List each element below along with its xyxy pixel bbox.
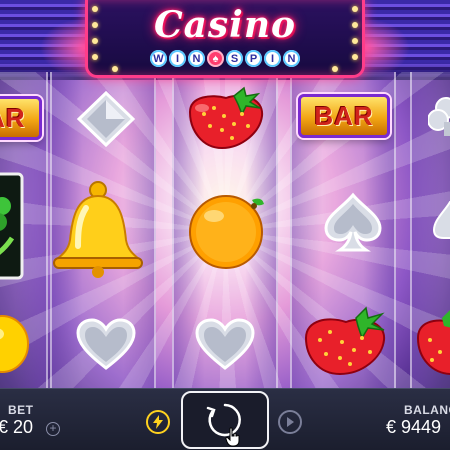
logo-title: Casino xyxy=(153,4,297,46)
logo-letter: W xyxy=(150,50,167,67)
bar-symbol-text: BAR xyxy=(314,100,374,131)
shamrock-symbol xyxy=(0,170,28,286)
logo-letter: I xyxy=(264,50,281,67)
bar-symbol: BAR xyxy=(0,96,42,140)
strawberry-symbol xyxy=(412,308,450,378)
lemon-symbol xyxy=(0,310,34,374)
orange-symbol xyxy=(186,186,268,274)
balance-label: BALANC xyxy=(404,403,450,417)
heart-symbol xyxy=(75,318,137,372)
bet-increase-button[interactable]: + xyxy=(46,422,60,436)
bar-symbol-text: BAR xyxy=(0,102,26,133)
club-symbol xyxy=(428,96,450,142)
spin-button[interactable] xyxy=(181,391,269,449)
bar-symbol: BAR xyxy=(298,94,390,138)
bet-label: BET xyxy=(8,403,34,417)
slot-game-screen: BAR xyxy=(0,0,450,450)
lightning-icon xyxy=(153,415,163,429)
casino-logo-sign: Casino W I N ♠ S P I N xyxy=(85,0,365,78)
heart-symbol xyxy=(194,318,256,372)
logo-letter: N xyxy=(188,50,205,67)
diamond-symbol xyxy=(75,90,137,148)
spade-icon: ♠ xyxy=(207,50,224,67)
logo-letter: P xyxy=(245,50,262,67)
logo-letter: N xyxy=(283,50,300,67)
control-bar: BET € 20 + BALANC € 9449 xyxy=(0,388,450,450)
balance-value: € 9449 xyxy=(386,417,442,437)
turbo-button[interactable] xyxy=(146,410,170,434)
strawberry-symbol xyxy=(300,306,390,378)
spade-symbol xyxy=(322,192,384,254)
spade-symbol xyxy=(432,200,450,250)
bet-value: € 20 xyxy=(0,417,34,437)
autoplay-button[interactable] xyxy=(278,410,302,434)
logo-letter: I xyxy=(169,50,186,67)
strawberry-symbol xyxy=(182,86,268,152)
logo-letter: S xyxy=(226,50,243,67)
hand-cursor-icon xyxy=(225,427,240,447)
logo-subtitle: W I N ♠ S P I N xyxy=(88,50,362,67)
play-icon xyxy=(287,417,294,427)
bell-symbol xyxy=(52,180,144,278)
